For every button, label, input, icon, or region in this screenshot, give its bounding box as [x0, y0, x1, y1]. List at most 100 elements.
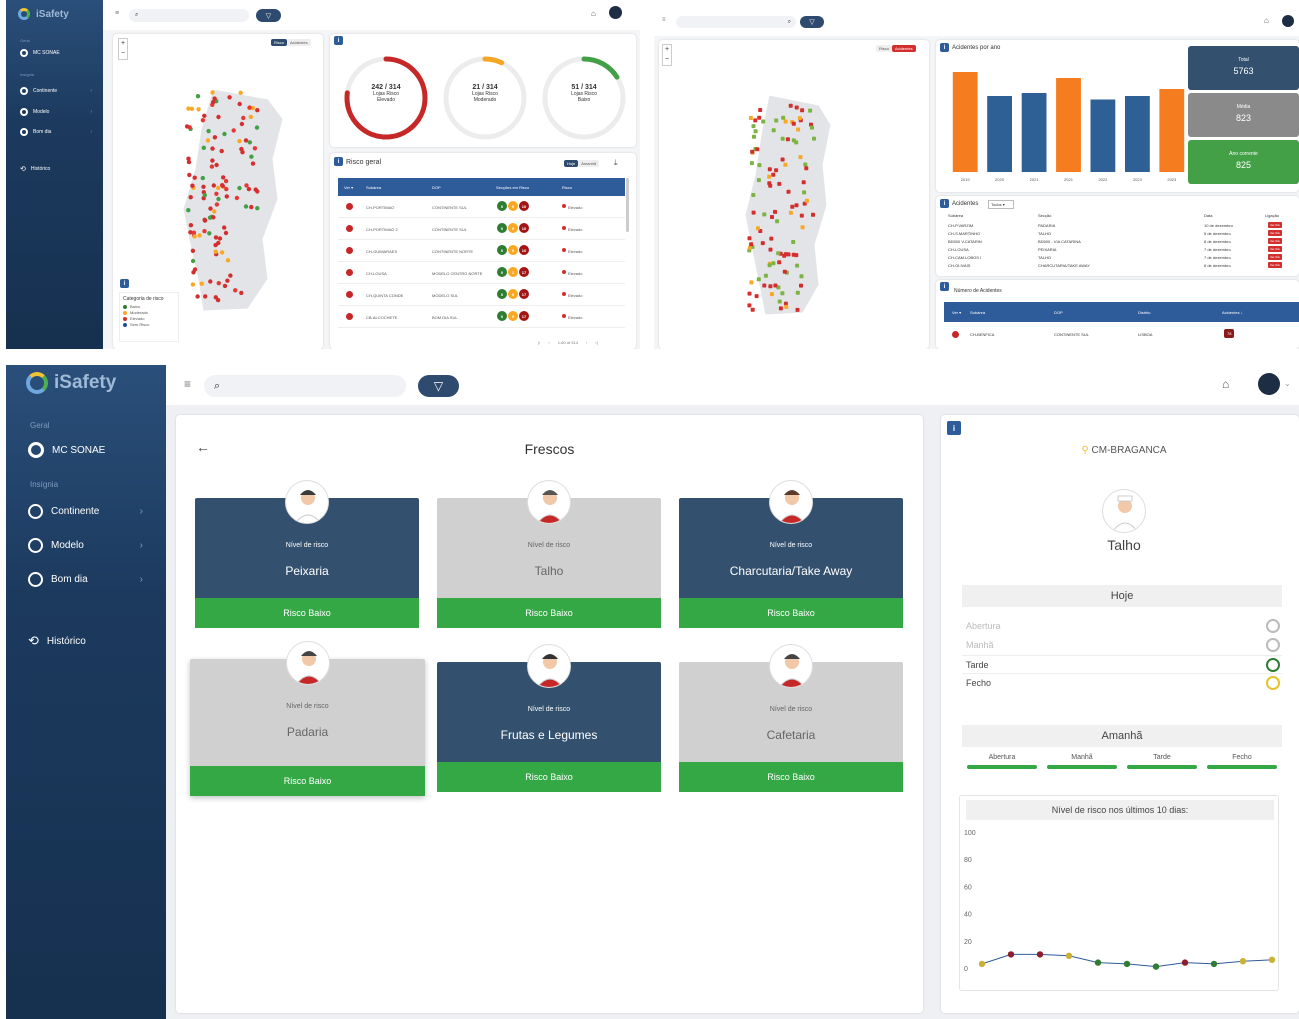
accident-marker[interactable] [801, 180, 806, 185]
store-marker[interactable] [213, 235, 219, 240]
accident-marker[interactable] [808, 108, 813, 113]
store-marker[interactable] [190, 282, 196, 287]
toggle-acidentes[interactable]: Acidentes [892, 45, 916, 52]
tomorrow-shift[interactable]: Tarde [1122, 754, 1202, 774]
store-marker[interactable] [234, 195, 240, 201]
store-marker[interactable] [202, 113, 207, 118]
toggle-hoje[interactable]: Hoje [564, 160, 579, 167]
col-dop[interactable]: DOP [432, 185, 441, 190]
risk-point[interactable] [1065, 952, 1073, 959]
accident-marker[interactable] [773, 283, 778, 288]
store-marker[interactable] [222, 131, 227, 137]
store-marker[interactable] [207, 231, 212, 236]
store-marker[interactable] [216, 185, 221, 191]
store-marker[interactable] [214, 202, 220, 207]
col-dop[interactable]: DOP [1054, 310, 1063, 315]
accident-marker[interactable] [762, 283, 767, 288]
store-marker[interactable] [200, 175, 205, 181]
store-marker[interactable] [217, 236, 223, 241]
store-marker[interactable] [214, 191, 219, 196]
accident-marker[interactable] [802, 190, 807, 195]
bar[interactable] [1125, 96, 1150, 172]
filter-button[interactable]: ▽ [800, 16, 824, 28]
view-store-icon[interactable] [952, 331, 959, 338]
accident-marker[interactable] [748, 116, 753, 120]
table-row[interactable]: CH-GUIMARAES CONTINENTE NORTE 0 0 10 Elevado [338, 240, 625, 262]
store-marker[interactable] [216, 196, 221, 202]
accident-marker[interactable] [753, 118, 758, 123]
accident-marker[interactable] [749, 161, 754, 166]
menu-icon[interactable]: ≡ [115, 10, 119, 17]
bell-icon[interactable]: ⌂ [1264, 16, 1269, 25]
accident-marker[interactable] [774, 118, 779, 123]
store-marker[interactable] [189, 106, 195, 111]
accident-marker[interactable] [800, 225, 805, 230]
store-marker[interactable] [203, 294, 208, 299]
tomorrow-shift[interactable]: Fecho [1202, 754, 1282, 774]
store-marker[interactable] [216, 114, 221, 120]
download-icon[interactable]: ⤓ [614, 158, 618, 168]
store-marker[interactable] [216, 281, 221, 286]
accident-marker[interactable] [803, 162, 808, 167]
sidebar-item-bom-dia[interactable]: Bom dia › [28, 572, 143, 587]
store-marker[interactable] [239, 121, 245, 127]
store-marker[interactable] [241, 115, 246, 121]
sidebar-item-continente[interactable]: Continente › [20, 87, 92, 95]
store-marker[interactable] [202, 229, 207, 234]
accident-marker[interactable] [778, 306, 783, 311]
menu-icon[interactable]: ≡ [184, 377, 191, 391]
accident-marker[interactable] [747, 236, 752, 241]
accident-marker[interactable] [780, 136, 785, 141]
risk-point[interactable] [1239, 958, 1247, 965]
risk-gauge[interactable]: 21 / 314 Lojas Risco Moderado [441, 54, 529, 142]
tomorrow-shift[interactable]: Abertura [962, 754, 1042, 774]
store-marker[interactable] [190, 183, 195, 188]
store-marker[interactable] [246, 186, 252, 192]
store-marker[interactable] [238, 90, 243, 95]
store-marker[interactable] [211, 183, 216, 188]
info-icon[interactable]: i [334, 36, 343, 45]
search-input[interactable]: ⌕ [676, 16, 796, 28]
accident-marker[interactable] [804, 166, 809, 171]
sidebar-item-modelo[interactable]: Modelo › [20, 108, 92, 116]
tomorrow-shift[interactable]: Manhã [1042, 754, 1122, 774]
department-card[interactable]: Nível de risco Peixaria Risco Baixo [195, 480, 419, 628]
accident-marker[interactable] [799, 213, 804, 218]
accident-marker[interactable] [763, 273, 768, 278]
store-marker[interactable] [201, 145, 206, 150]
accident-marker[interactable] [767, 263, 772, 268]
store-marker[interactable] [213, 295, 218, 300]
risk-gauge[interactable]: 242 / 314 Lojas Risco Elevado [342, 54, 430, 142]
accident-marker[interactable] [769, 292, 774, 297]
store-marker[interactable] [237, 101, 242, 107]
shift-item[interactable]: Manhã [962, 636, 1282, 655]
store-marker[interactable] [210, 146, 215, 151]
view-store-icon[interactable] [346, 269, 353, 276]
shift-item[interactable]: Abertura [962, 617, 1282, 636]
store-marker[interactable] [223, 178, 229, 184]
store-marker[interactable] [184, 124, 190, 129]
accident-marker[interactable] [757, 163, 762, 168]
store-marker[interactable] [219, 148, 224, 154]
table-row[interactable]: BD500 V.CATARIN BD500 - VIA CATARINA 8 de … [948, 238, 1296, 246]
store-marker[interactable] [252, 146, 258, 151]
accident-marker[interactable] [776, 251, 781, 256]
scrollbar[interactable] [626, 178, 629, 232]
store-marker[interactable] [250, 161, 256, 166]
store-marker[interactable] [243, 138, 249, 143]
accident-marker[interactable] [773, 209, 777, 214]
accident-marker[interactable] [800, 108, 805, 113]
store-marker[interactable] [243, 204, 249, 209]
info-icon[interactable]: i [940, 199, 949, 208]
accident-marker[interactable] [794, 203, 799, 208]
store-marker[interactable] [199, 281, 204, 286]
store-marker[interactable] [192, 175, 197, 180]
zoom-control[interactable]: + − [118, 38, 128, 60]
store-marker[interactable] [237, 185, 242, 191]
store-marker[interactable] [190, 248, 196, 253]
store-marker[interactable] [228, 273, 233, 278]
risk-point[interactable] [978, 960, 986, 968]
accident-marker[interactable] [805, 198, 809, 203]
bell-icon[interactable]: ⌂ [1222, 377, 1229, 391]
store-marker[interactable] [224, 194, 229, 199]
